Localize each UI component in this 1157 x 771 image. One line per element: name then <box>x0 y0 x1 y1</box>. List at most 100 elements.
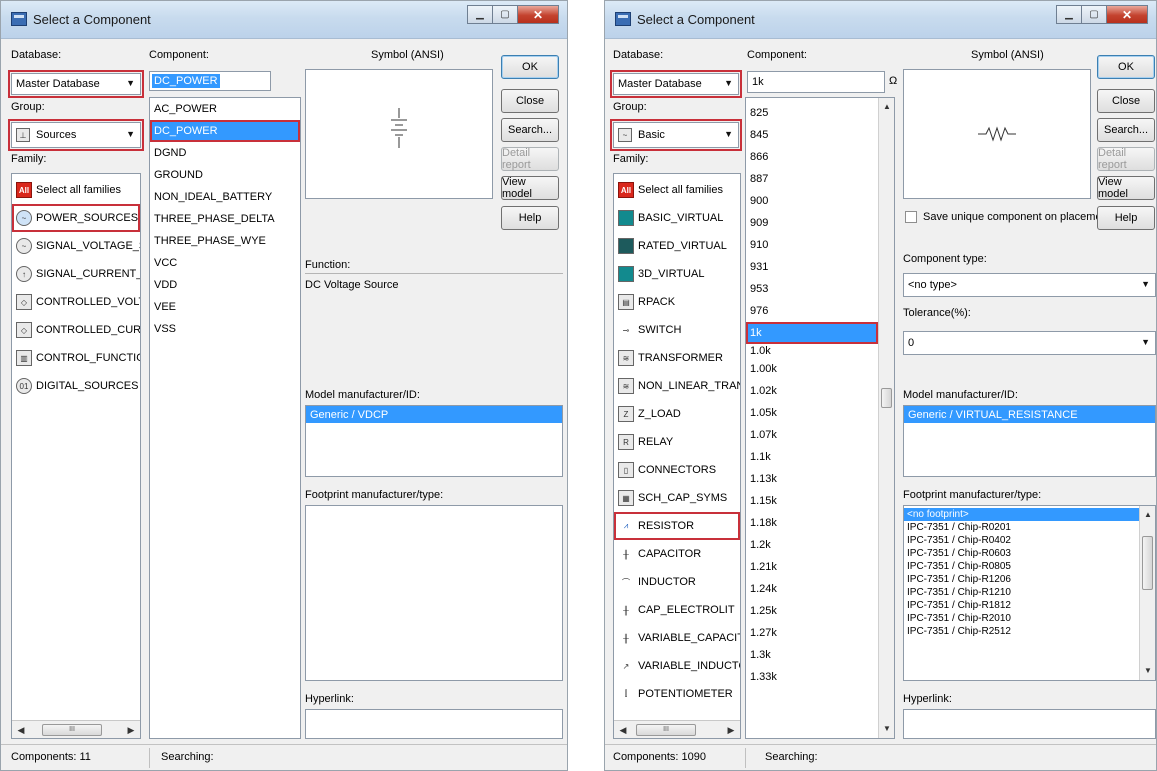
list-item[interactable]: 825 <box>746 102 878 124</box>
family-item-control-function[interactable]: ▥CONTROL_FUNCTION_BL <box>12 344 140 372</box>
list-item[interactable]: 845 <box>746 124 878 146</box>
family-item-z-load[interactable]: Z Z_LOAD <box>614 400 740 428</box>
list-item[interactable]: 1.3k <box>746 644 878 666</box>
help-button[interactable]: Help <box>1097 206 1155 230</box>
maximize-icon[interactable]: ▢ <box>1081 5 1107 24</box>
detail-report-button[interactable]: Detail report <box>1097 147 1155 171</box>
family-item-inductor[interactable]: ⌒ INDUCTOR <box>614 568 740 596</box>
maximize-icon[interactable]: ▢ <box>492 5 518 24</box>
family-item-resistor[interactable]: ⩘ RESISTOR <box>614 512 740 540</box>
scroll-left-icon[interactable]: ◀ <box>616 723 630 737</box>
family-item-signal-voltage[interactable]: ~SIGNAL_VOLTAGE_SOURC <box>12 232 140 260</box>
list-item[interactable]: 900 <box>746 190 878 212</box>
list-item[interactable]: 1.25k <box>746 600 878 622</box>
footprint-item[interactable]: IPC-7351 / Chip-R2010 <box>904 612 1139 625</box>
family-item-capacitor[interactable]: ╫ CAPACITOR <box>614 540 740 568</box>
family-item-sch-cap-syms[interactable]: ▦ SCH_CAP_SYMS <box>614 484 740 512</box>
title-bar[interactable]: Select a Component ▁ ▢ ✕ <box>1 1 567 39</box>
scroll-thumb[interactable] <box>881 388 892 408</box>
family-list[interactable]: All Select all families BASIC_VIRTUAL RAT… <box>613 173 741 739</box>
list-item[interactable]: 910 <box>746 234 878 256</box>
list-item[interactable]: 1.27k <box>746 622 878 644</box>
footprint-item[interactable]: IPC-7351 / Chip-R0402 <box>904 534 1139 547</box>
family-hscrollbar[interactable]: ◀ III ▶ <box>12 720 140 738</box>
ok-button[interactable]: OK <box>1097 55 1155 79</box>
close-icon[interactable]: ✕ <box>1106 5 1148 24</box>
tolerance-select[interactable]: 0 ▼ <box>903 331 1156 355</box>
list-item[interactable]: 976 <box>746 300 878 322</box>
list-item[interactable]: 1.24k <box>746 578 878 600</box>
list-item[interactable]: 887 <box>746 168 878 190</box>
footprint-item[interactable]: IPC-7351 / Chip-R0603 <box>904 547 1139 560</box>
list-item[interactable]: 1.13k <box>746 468 878 490</box>
component-input[interactable]: DC_POWER <box>149 71 271 91</box>
scroll-right-icon[interactable]: ▶ <box>724 723 738 737</box>
family-item-3d-virtual[interactable]: 3D_VIRTUAL <box>614 260 740 288</box>
family-item-controlled-voltage[interactable]: ◇CONTROLLED_VOLTAGE_: <box>12 288 140 316</box>
family-item-switch[interactable]: ⊸ SWITCH <box>614 316 740 344</box>
search-button[interactable]: Search... <box>501 118 559 142</box>
title-bar[interactable]: Select a Component ▁ ▢ ✕ <box>605 1 1156 39</box>
family-item-rpack[interactable]: ▤ RPACK <box>614 288 740 316</box>
family-item-power-sources[interactable]: ~ POWER_SOURCES <box>12 204 140 232</box>
list-item[interactable]: 953 <box>746 278 878 300</box>
list-item[interactable]: 1.33k <box>746 666 878 688</box>
list-item[interactable]: AC_POWER <box>150 98 300 120</box>
scroll-up-icon[interactable]: ▲ <box>879 100 894 114</box>
family-hscrollbar[interactable]: ◀ III ▶ <box>614 720 740 738</box>
list-item[interactable]: 1.02k <box>746 380 878 402</box>
list-item[interactable]: 1.0k <box>746 344 878 358</box>
list-item[interactable]: 1.05k <box>746 402 878 424</box>
list-item[interactable]: 1.15k <box>746 490 878 512</box>
hyperlink-field[interactable] <box>903 709 1156 739</box>
save-unique-checkbox[interactable] <box>905 211 917 223</box>
close-button[interactable]: Close <box>1097 89 1155 113</box>
footprint-item[interactable]: IPC-7351 / Chip-R1210 <box>904 586 1139 599</box>
scroll-down-icon[interactable]: ▼ <box>1140 664 1155 678</box>
scroll-right-icon[interactable]: ▶ <box>124 723 138 737</box>
group-select[interactable]: ~ Basic ▼ <box>610 119 742 151</box>
model-list[interactable]: Generic / VDCP <box>305 405 563 477</box>
list-item[interactable]: 931 <box>746 256 878 278</box>
minimize-icon[interactable]: ▁ <box>1056 5 1082 24</box>
list-item-selected[interactable]: DC_POWER <box>150 120 300 142</box>
scroll-thumb[interactable] <box>1142 536 1153 590</box>
view-model-button[interactable]: View model <box>501 176 559 200</box>
list-item[interactable]: DGND <box>150 142 300 164</box>
footprint-item[interactable]: IPC-7351 / Chip-R0805 <box>904 560 1139 573</box>
list-item[interactable]: 1.07k <box>746 424 878 446</box>
view-model-button[interactable]: View model <box>1097 176 1155 200</box>
scroll-thumb[interactable]: III <box>42 724 102 736</box>
model-list[interactable]: Generic / VIRTUAL_RESISTANCE <box>903 405 1156 477</box>
footprint-item[interactable]: IPC-7351 / Chip-R1812 <box>904 599 1139 612</box>
component-input[interactable]: 1k <box>747 71 885 93</box>
footprint-item[interactable]: IPC-7351 / Chip-R1206 <box>904 573 1139 586</box>
list-item[interactable]: 1.2k <box>746 534 878 556</box>
database-select[interactable]: Master Database ▼ <box>610 70 742 98</box>
ok-button[interactable]: OK <box>501 55 559 79</box>
close-button[interactable]: Close <box>501 89 559 113</box>
family-item-variable-capacitor[interactable]: ╫VARIABLE_CAPACITOR <box>614 624 740 652</box>
database-select[interactable]: Master Database ▼ <box>8 70 144 98</box>
detail-report-button[interactable]: Detail report <box>501 147 559 171</box>
footprint-vscrollbar[interactable]: ▲ ▼ <box>1139 506 1155 680</box>
family-item-controlled-current[interactable]: ◇CONTROLLED_CURRENT_ <box>12 316 140 344</box>
family-item-connectors[interactable]: ▯ CONNECTORS <box>614 456 740 484</box>
list-item[interactable]: VCC <box>150 252 300 274</box>
list-item[interactable]: 1.18k <box>746 512 878 534</box>
footprint-list[interactable] <box>305 505 563 681</box>
scroll-thumb[interactable]: III <box>636 724 696 736</box>
footprint-item[interactable]: IPC-7351 / Chip-R0201 <box>904 521 1139 534</box>
model-item-selected[interactable]: Generic / VDCP <box>306 406 562 423</box>
close-icon[interactable]: ✕ <box>517 5 559 24</box>
group-select[interactable]: ⊥ Sources ▼ <box>8 119 144 151</box>
family-item-nonlinear-transformer[interactable]: ≋NON_LINEAR_TRANSFOR <box>614 372 740 400</box>
list-item[interactable]: VSS <box>150 318 300 340</box>
footprint-item[interactable]: IPC-7351 / Chip-R2512 <box>904 625 1139 638</box>
family-item-cap-electrolit[interactable]: ╫ CAP_ELECTROLIT <box>614 596 740 624</box>
search-button[interactable]: Search... <box>1097 118 1155 142</box>
list-item[interactable]: 866 <box>746 146 878 168</box>
scroll-down-icon[interactable]: ▼ <box>879 722 894 736</box>
list-item[interactable]: THREE_PHASE_DELTA <box>150 208 300 230</box>
list-item[interactable]: GROUND <box>150 164 300 186</box>
